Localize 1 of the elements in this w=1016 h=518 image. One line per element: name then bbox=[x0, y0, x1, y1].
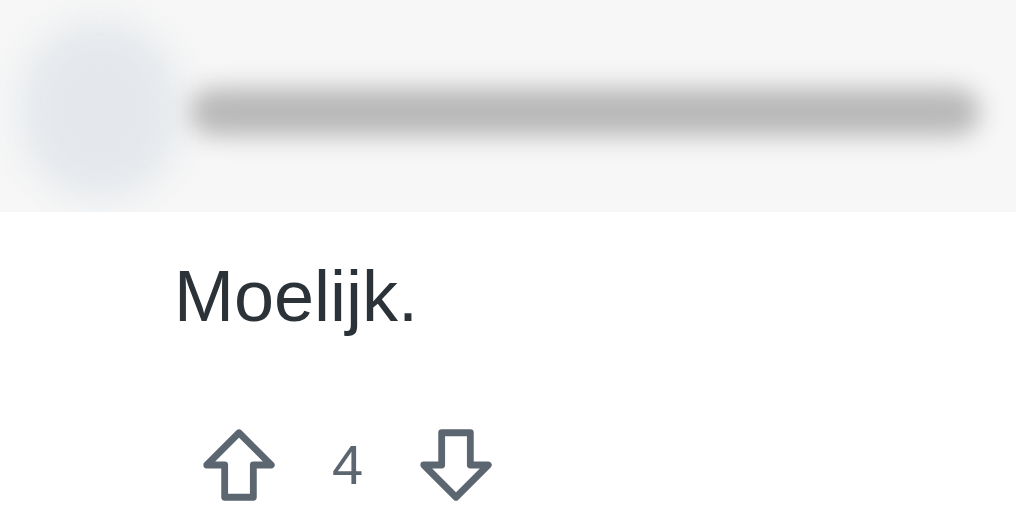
vote-count: 4 bbox=[332, 437, 364, 493]
